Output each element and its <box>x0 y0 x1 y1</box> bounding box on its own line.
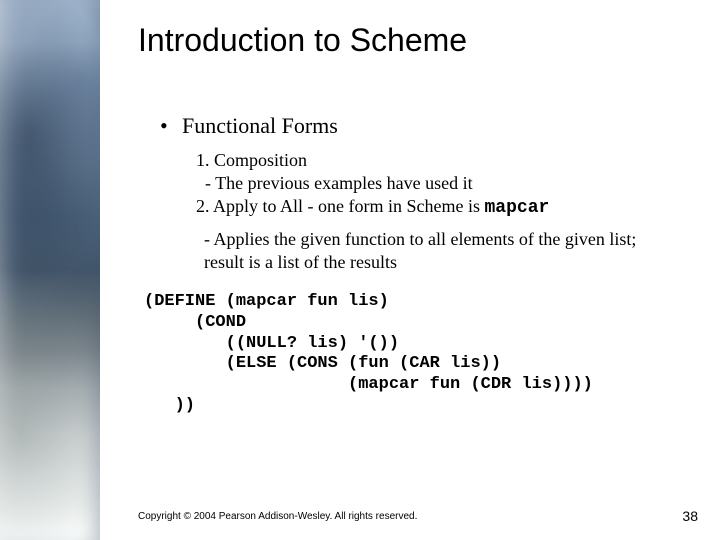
copyright-footer: Copyright © 2004 Pearson Addison-Wesley.… <box>138 511 417 522</box>
bullet-text: Functional Forms <box>182 113 338 139</box>
desc-line-2: result is a list of the results <box>204 251 694 274</box>
list-line-2: - The previous examples have used it <box>196 172 694 195</box>
slide: Introduction to Scheme • Functional Form… <box>0 0 720 540</box>
decorative-sidebar <box>0 0 100 540</box>
content-area: Introduction to Scheme • Functional Form… <box>100 0 720 540</box>
desc-line-1: - Applies the given function to all elem… <box>204 228 694 251</box>
description-block: - Applies the given function to all elem… <box>204 228 694 274</box>
list-line-1: 1. Composition <box>196 149 694 172</box>
page-title: Introduction to Scheme <box>138 22 694 59</box>
code-block: (DEFINE (mapcar fun lis) (COND ((NULL? l… <box>144 292 694 416</box>
list-line-3-text: 2. Apply to All - one form in Scheme is <box>196 196 484 216</box>
list-block: 1. Composition - The previous examples h… <box>196 149 694 220</box>
slide-number: 38 <box>682 508 698 524</box>
mapcar-keyword: mapcar <box>484 198 549 218</box>
bullet-icon: • <box>160 113 182 139</box>
bullet-item: • Functional Forms <box>160 113 694 139</box>
list-line-3: 2. Apply to All - one form in Scheme is … <box>196 195 694 220</box>
